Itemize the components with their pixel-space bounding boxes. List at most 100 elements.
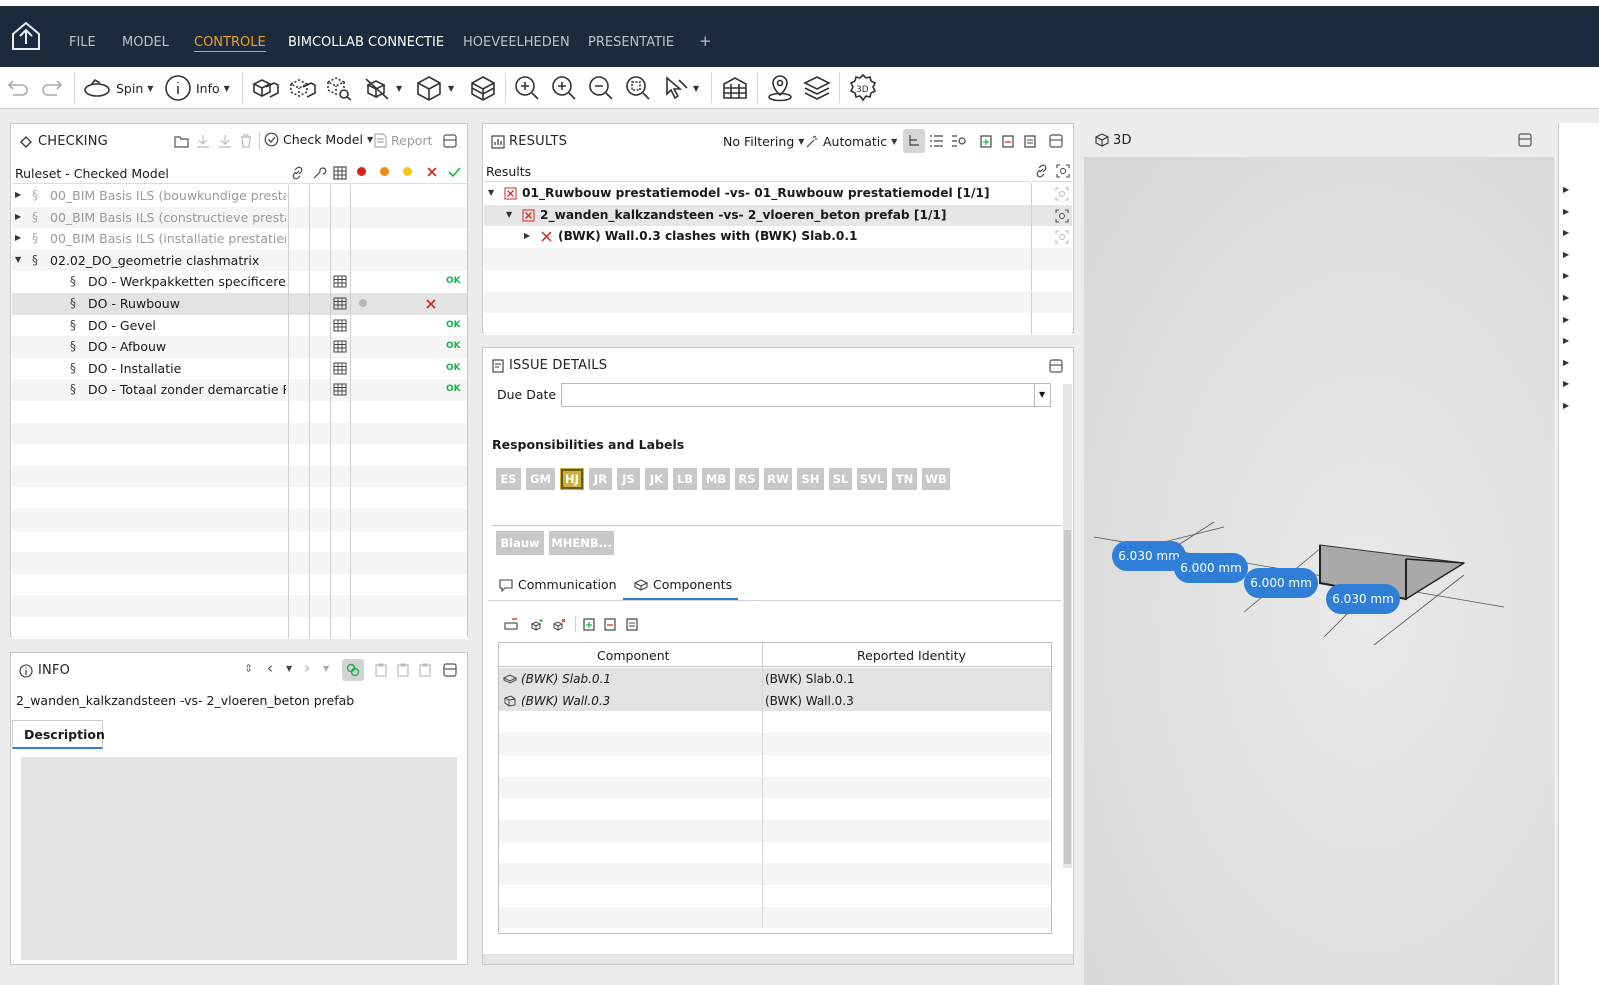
clipboard-add-icon[interactable] — [374, 663, 388, 677]
responsibility-chip-rw[interactable]: RW — [764, 468, 792, 490]
responsibility-chip-gm[interactable]: GM — [526, 468, 555, 490]
expand-down-icon[interactable]: ▼ — [15, 255, 21, 264]
sort-icon[interactable]: ⇕ — [244, 662, 253, 675]
clipboard-add-icon[interactable] — [979, 134, 993, 148]
tab-communication[interactable]: Communication — [499, 577, 617, 592]
table-icon[interactable] — [333, 319, 347, 332]
clipboard-icon[interactable] — [1023, 134, 1037, 148]
collapsed-expand-icon[interactable]: ▶ — [1563, 228, 1569, 237]
tree-row[interactable]: § DO - Installatie OK — [12, 357, 467, 380]
result-row[interactable]: ▼ 01_Ruwbouw prestatiemodel -vs- 01_Ruwbo… — [484, 183, 1072, 205]
tree-row[interactable]: § DO - Werkpakketten specificeren OK — [12, 271, 467, 293]
panel-layout-icon[interactable] — [443, 663, 457, 677]
select-objects-button[interactable] — [250, 75, 280, 101]
menu-file[interactable]: FILE — [69, 35, 96, 50]
tab-components[interactable]: Components — [623, 573, 738, 600]
expand-right-icon[interactable]: ▶ — [15, 190, 21, 199]
expand-right-icon[interactable]: ▶ — [15, 233, 21, 242]
clipboard-icon[interactable] — [418, 663, 432, 677]
grid-button[interactable] — [720, 75, 750, 101]
tree-row[interactable]: ▼ § 02.02_DO_geometrie clashmatrix — [12, 249, 467, 272]
table-icon[interactable] — [333, 275, 347, 288]
transparent-objects-button[interactable] — [324, 75, 354, 101]
previous-icon[interactable]: ‹ — [267, 659, 273, 677]
zoom-extents-button[interactable] — [513, 75, 541, 101]
chevron-down-icon[interactable]: ▼ — [323, 664, 329, 673]
focus-icon[interactable] — [1055, 230, 1069, 244]
next-icon[interactable]: › — [304, 659, 310, 677]
label-chip[interactable]: MHENB... — [549, 531, 614, 555]
import-icon[interactable] — [218, 134, 232, 148]
dimension-label[interactable]: 6.000 mm — [1174, 553, 1248, 583]
zoom-selection-button[interactable] — [624, 75, 652, 101]
vertical-scrollbar[interactable] — [1063, 384, 1072, 868]
clipboard-add-icon[interactable] — [582, 617, 596, 631]
responsibility-chip-js[interactable]: JS — [617, 468, 640, 490]
panel-layout-icon[interactable] — [1049, 359, 1063, 373]
responsibility-chip-wb[interactable]: WB — [922, 468, 950, 490]
description-area[interactable] — [21, 757, 457, 960]
menu-controle[interactable]: CONTROLE — [194, 35, 266, 52]
deselect-component-icon[interactable] — [552, 617, 568, 631]
wrench-icon[interactable] — [312, 166, 327, 180]
collapsed-expand-icon[interactable]: ▶ — [1563, 401, 1569, 410]
tree-row[interactable]: ▶ § 00_BIM Basis ILS (constructieve presta… — [12, 206, 467, 229]
tree-row[interactable]: § DO - Totaal zonder demarcatie Ruwbouw OK — [12, 379, 467, 401]
dimension-label[interactable]: 6.030 mm — [1326, 584, 1400, 614]
hide-objects-button[interactable] — [287, 75, 317, 101]
info-button[interactable]: Info ▼ — [164, 75, 230, 101]
due-date-field[interactable]: ▼ — [561, 383, 1051, 407]
collapsed-expand-icon[interactable]: ▶ — [1563, 271, 1569, 280]
download-icon[interactable] — [196, 134, 210, 148]
undo-button[interactable] — [4, 75, 30, 101]
panel-layout-icon[interactable] — [1518, 133, 1532, 147]
mode-dropdown[interactable]: Automatic ▼ — [805, 134, 897, 149]
zoom-out-button[interactable] — [587, 75, 615, 101]
responsibility-chip-mb[interactable]: MB — [702, 468, 730, 490]
layers-button[interactable] — [802, 75, 832, 101]
expand-right-icon[interactable]: ▶ — [524, 231, 530, 240]
cube-view-button[interactable]: ▼ — [414, 75, 454, 101]
responsibility-chip-jk[interactable]: JK — [645, 468, 668, 490]
panel-layout-icon[interactable] — [443, 134, 457, 148]
highlight-toggle-button[interactable] — [342, 659, 364, 681]
result-row[interactable]: ▶ (BWK) Wall.0.3 clashes with (BWK) Slab.… — [484, 226, 1072, 249]
component-row[interactable]: (BWK) Wall.0.3 (BWK) Wall.0.3 — [499, 689, 1051, 712]
remove-component-icon[interactable] — [503, 617, 519, 631]
responsibility-chip-jr[interactable]: JR — [589, 468, 612, 490]
collapsed-expand-icon[interactable]: ▶ — [1563, 336, 1569, 345]
app-logo-icon[interactable] — [8, 18, 44, 54]
focus-icon[interactable] — [1055, 209, 1069, 223]
expand-right-icon[interactable]: ▶ — [15, 212, 21, 221]
expand-down-icon[interactable]: ▼ — [506, 210, 512, 219]
result-row[interactable]: ▼ 2_wanden_kalkzandsteen -vs- 2_vloeren_b… — [484, 204, 1072, 227]
check-model-button[interactable]: Check Model ▼ — [264, 132, 373, 147]
report-button[interactable]: Report — [374, 133, 432, 148]
responsibility-chip-sh[interactable]: SH — [797, 468, 824, 490]
spin-button[interactable]: Spin ▼ — [82, 75, 153, 101]
chevron-down-icon[interactable]: ▼ — [286, 664, 292, 673]
responsibility-chip-es[interactable]: ES — [496, 468, 521, 490]
collapsed-expand-icon[interactable]: ▶ — [1563, 315, 1569, 324]
redo-button[interactable] — [40, 75, 66, 101]
tree-row[interactable]: ▶ § 00_BIM Basis ILS (installatie prestati… — [12, 228, 467, 250]
collapsed-expand-icon[interactable]: ▶ — [1563, 358, 1569, 367]
list-view-icon[interactable] — [929, 134, 944, 148]
responsibility-chip-svl[interactable]: SVL — [857, 468, 887, 490]
tab-description[interactable]: Description — [12, 720, 105, 749]
section-cube-button[interactable] — [468, 75, 498, 101]
table-icon[interactable] — [333, 383, 347, 396]
responsibility-chip-lb[interactable]: LB — [673, 468, 697, 490]
component-column-header[interactable]: Component — [597, 648, 670, 663]
responsibility-chip-rs[interactable]: RS — [735, 468, 759, 490]
responsibility-chip-sl[interactable]: SL — [829, 468, 852, 490]
scrollbar-thumb[interactable] — [1064, 530, 1071, 864]
table-icon[interactable] — [333, 340, 347, 353]
collapsed-expand-icon[interactable]: ▶ — [1563, 185, 1569, 194]
location-button[interactable] — [765, 75, 795, 102]
tree-row[interactable]: ▶ § 00_BIM Basis ILS (bouwkundige prestati… — [12, 185, 467, 207]
responsibility-chip-hj[interactable]: HJ — [560, 468, 584, 490]
table-icon[interactable] — [333, 297, 347, 310]
dimension-label[interactable]: 6.000 mm — [1244, 568, 1318, 598]
panel-layout-icon[interactable] — [1049, 134, 1063, 148]
